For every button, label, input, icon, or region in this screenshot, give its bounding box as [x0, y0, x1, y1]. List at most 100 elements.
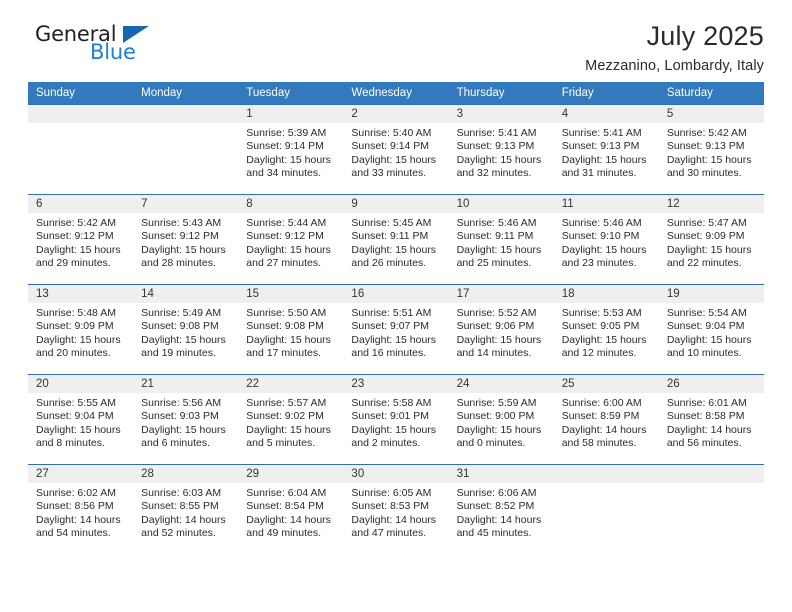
day-number: 29 [238, 465, 344, 483]
general-blue-logo[interactable]: General Blue [28, 22, 158, 72]
calendar-day-cell[interactable]: 3 Sunrise: 5:41 AM Sunset: 9:13 PM Daylight… [448, 104, 554, 195]
calendar-day-cell[interactable]: 19 Sunrise: 5:54 AM Sunset: 9:04 PM Dayligh… [658, 284, 764, 375]
calendar-day-cell[interactable]: 29 Sunrise: 6:04 AM Sunset: 8:54 PM Dayligh… [238, 464, 344, 555]
day-details: Sunrise: 5:43 AM Sunset: 9:12 PM Daylight:… [133, 213, 238, 271]
calendar-day-cell[interactable]: 15 Sunrise: 5:50 AM Sunset: 9:08 PM Dayligh… [238, 284, 344, 375]
daylight-text-line2: and 47 minutes. [351, 527, 427, 540]
calendar-day-cell[interactable]: 16 Sunrise: 5:51 AM Sunset: 9:07 PM Dayligh… [343, 284, 449, 375]
sunrise-text: Sunrise: 5:57 AM [246, 397, 327, 409]
day-details: Sunrise: 5:55 AM Sunset: 9:04 PM Daylight:… [28, 393, 133, 451]
day-details: Sunrise: 5:56 AM Sunset: 9:03 PM Daylight:… [133, 393, 238, 451]
sunrise-text: Sunrise: 5:43 AM [141, 217, 222, 229]
calendar-day-cell[interactable]: 18 Sunrise: 5:53 AM Sunset: 9:05 PM Dayligh… [553, 284, 659, 375]
sunset-text: Sunset: 8:54 PM [246, 500, 324, 513]
daylight-text-line1: Daylight: 15 hours [666, 243, 752, 256]
day-number: 1 [238, 105, 344, 123]
sunset-text: Sunset: 9:04 PM [36, 410, 114, 423]
calendar-day-cell[interactable]: 27 Sunrise: 6:02 AM Sunset: 8:56 PM Dayligh… [28, 464, 134, 555]
calendar-day-cell[interactable]: 25 Sunrise: 6:00 AM Sunset: 8:59 PM Dayligh… [553, 374, 659, 465]
calendar-day-cell[interactable]: 1 Sunrise: 5:39 AM Sunset: 9:14 PM Daylight… [238, 104, 344, 195]
day-number: 10 [448, 195, 554, 213]
sunset-text: Sunset: 9:09 PM [36, 320, 114, 333]
daylight-text-line2: and 2 minutes. [351, 437, 421, 450]
day-cell-inner: 4 Sunrise: 5:41 AM Sunset: 9:13 PM Daylight… [553, 105, 659, 194]
calendar-day-cell[interactable]: 30 Sunrise: 6:05 AM Sunset: 8:53 PM Dayligh… [343, 464, 449, 555]
day-cell-inner: 27 Sunrise: 6:02 AM Sunset: 8:56 PM Dayligh… [28, 465, 134, 555]
calendar-day-cell[interactable]: 17 Sunrise: 5:52 AM Sunset: 9:06 PM Dayligh… [448, 284, 554, 375]
daylight-text-line2: and 16 minutes. [351, 347, 427, 360]
day-details: Sunrise: 5:42 AM Sunset: 9:13 PM Daylight:… [659, 123, 764, 181]
daylight-text-line1: Daylight: 15 hours [351, 333, 437, 346]
day-number: 7 [133, 195, 239, 213]
sunrise-text: Sunrise: 5:50 AM [246, 307, 327, 319]
day-number: 18 [553, 285, 659, 303]
calendar-day-cell[interactable]: 8 Sunrise: 5:44 AM Sunset: 9:12 PM Daylight… [238, 194, 344, 285]
calendar-day-cell[interactable]: 4 Sunrise: 5:41 AM Sunset: 9:13 PM Daylight… [553, 104, 659, 195]
daylight-text-line1: Daylight: 14 hours [246, 513, 331, 526]
day-cell-inner: 16 Sunrise: 5:51 AM Sunset: 9:07 PM Dayligh… [343, 285, 449, 374]
sunset-text: Sunset: 8:53 PM [351, 500, 430, 513]
calendar-day-cell[interactable]: 6 Sunrise: 5:42 AM Sunset: 9:12 PM Daylight… [28, 194, 134, 285]
day-number: 9 [343, 195, 449, 213]
calendar-day-cell[interactable]: 14 Sunrise: 5:49 AM Sunset: 9:08 PM Dayligh… [133, 284, 239, 375]
daylight-text-line2: and 17 minutes. [246, 347, 321, 360]
day-details: Sunrise: 5:58 AM Sunset: 9:01 PM Daylight:… [343, 393, 448, 451]
sunset-text: Sunset: 9:12 PM [36, 230, 114, 243]
daylight-text-line1: Daylight: 15 hours [246, 423, 331, 436]
day-details: Sunrise: 5:53 AM Sunset: 9:05 PM Daylight:… [554, 303, 659, 361]
weekday-header-tuesday: Tuesday [238, 82, 344, 105]
day-number: 13 [28, 285, 134, 303]
day-number: 12 [658, 195, 764, 213]
sunrise-text: Sunrise: 6:05 AM [351, 487, 432, 499]
sunset-text: Sunset: 9:14 PM [246, 140, 324, 153]
calendar-day-cell[interactable]: 20 Sunrise: 5:55 AM Sunset: 9:04 PM Dayligh… [28, 374, 134, 465]
day-cell-inner: 21 Sunrise: 5:56 AM Sunset: 9:03 PM Dayligh… [133, 375, 239, 464]
sunset-text: Sunset: 8:55 PM [141, 500, 219, 513]
daylight-text-line2: and 22 minutes. [666, 257, 742, 270]
sunrise-text: Sunrise: 5:39 AM [246, 127, 327, 139]
day-cell-inner: 7 Sunrise: 5:43 AM Sunset: 9:12 PM Daylight… [133, 195, 239, 284]
sunset-text: Sunset: 9:13 PM [561, 140, 640, 153]
daylight-text-line2: and 45 minutes. [456, 527, 532, 540]
calendar-day-cell[interactable]: 26 Sunrise: 6:01 AM Sunset: 8:58 PM Dayligh… [658, 374, 764, 465]
sunrise-text: Sunrise: 5:49 AM [141, 307, 222, 319]
weekday-header-wednesday: Wednesday [343, 82, 449, 105]
day-details: Sunrise: 6:05 AM Sunset: 8:53 PM Daylight:… [343, 483, 448, 541]
calendar-day-cell[interactable]: 31 Sunrise: 6:06 AM Sunset: 8:52 PM Dayligh… [448, 464, 554, 555]
calendar-day-cell[interactable]: 2 Sunrise: 5:40 AM Sunset: 9:14 PM Daylight… [343, 104, 449, 195]
day-cell-inner: 5 Sunrise: 5:42 AM Sunset: 9:13 PM Daylight… [658, 105, 764, 194]
calendar-day-cell[interactable]: 24 Sunrise: 5:59 AM Sunset: 9:00 PM Dayligh… [448, 374, 554, 465]
day-number [133, 105, 239, 123]
calendar-day-cell[interactable]: 11 Sunrise: 5:46 AM Sunset: 9:10 PM Dayligh… [553, 194, 659, 285]
daylight-text-line2: and 6 minutes. [141, 437, 211, 450]
calendar-day-cell[interactable]: 5 Sunrise: 5:42 AM Sunset: 9:13 PM Daylight… [658, 104, 764, 195]
calendar-day-cell[interactable]: 13 Sunrise: 5:48 AM Sunset: 9:09 PM Dayligh… [28, 284, 134, 375]
day-cell-inner: 25 Sunrise: 6:00 AM Sunset: 8:59 PM Dayligh… [553, 375, 659, 464]
daylight-text-line1: Daylight: 15 hours [36, 333, 121, 346]
page-subtitle: Mezzanino, Lombardy, Italy [585, 58, 764, 75]
calendar-day-cell[interactable]: 21 Sunrise: 5:56 AM Sunset: 9:03 PM Dayligh… [133, 374, 239, 465]
day-cell-inner: 19 Sunrise: 5:54 AM Sunset: 9:04 PM Dayligh… [658, 285, 764, 374]
calendar-day-cell[interactable]: 12 Sunrise: 5:47 AM Sunset: 9:09 PM Dayligh… [658, 194, 764, 285]
sunrise-text: Sunrise: 5:48 AM [36, 307, 116, 319]
daylight-text-line2: and 56 minutes. [666, 437, 742, 450]
sunrise-text: Sunrise: 5:53 AM [561, 307, 642, 319]
calendar-day-cell[interactable]: 22 Sunrise: 5:57 AM Sunset: 9:02 PM Dayligh… [238, 374, 344, 465]
day-number: 6 [28, 195, 134, 213]
day-number [658, 465, 764, 483]
calendar-day-cell[interactable]: 7 Sunrise: 5:43 AM Sunset: 9:12 PM Daylight… [133, 194, 239, 285]
day-cell-inner [553, 465, 659, 555]
calendar-day-cell[interactable]: 28 Sunrise: 6:03 AM Sunset: 8:55 PM Dayligh… [133, 464, 239, 555]
day-number: 25 [553, 375, 659, 393]
calendar-day-cell[interactable]: 9 Sunrise: 5:45 AM Sunset: 9:11 PM Daylight… [343, 194, 449, 285]
calendar-week-row: 20 Sunrise: 5:55 AM Sunset: 9:04 PM Dayligh… [28, 374, 764, 465]
daylight-text-line2: and 10 minutes. [666, 347, 742, 360]
calendar-day-cell[interactable]: 10 Sunrise: 5:46 AM Sunset: 9:11 PM Dayligh… [448, 194, 554, 285]
daylight-text-line2: and 52 minutes. [141, 527, 216, 540]
day-number: 26 [658, 375, 764, 393]
day-cell-inner: 15 Sunrise: 5:50 AM Sunset: 9:08 PM Dayligh… [238, 285, 344, 374]
sunrise-text: Sunrise: 5:44 AM [246, 217, 327, 229]
day-number: 17 [448, 285, 554, 303]
calendar-day-cell[interactable]: 23 Sunrise: 5:58 AM Sunset: 9:01 PM Dayligh… [343, 374, 449, 465]
sunset-text: Sunset: 9:02 PM [246, 410, 324, 423]
